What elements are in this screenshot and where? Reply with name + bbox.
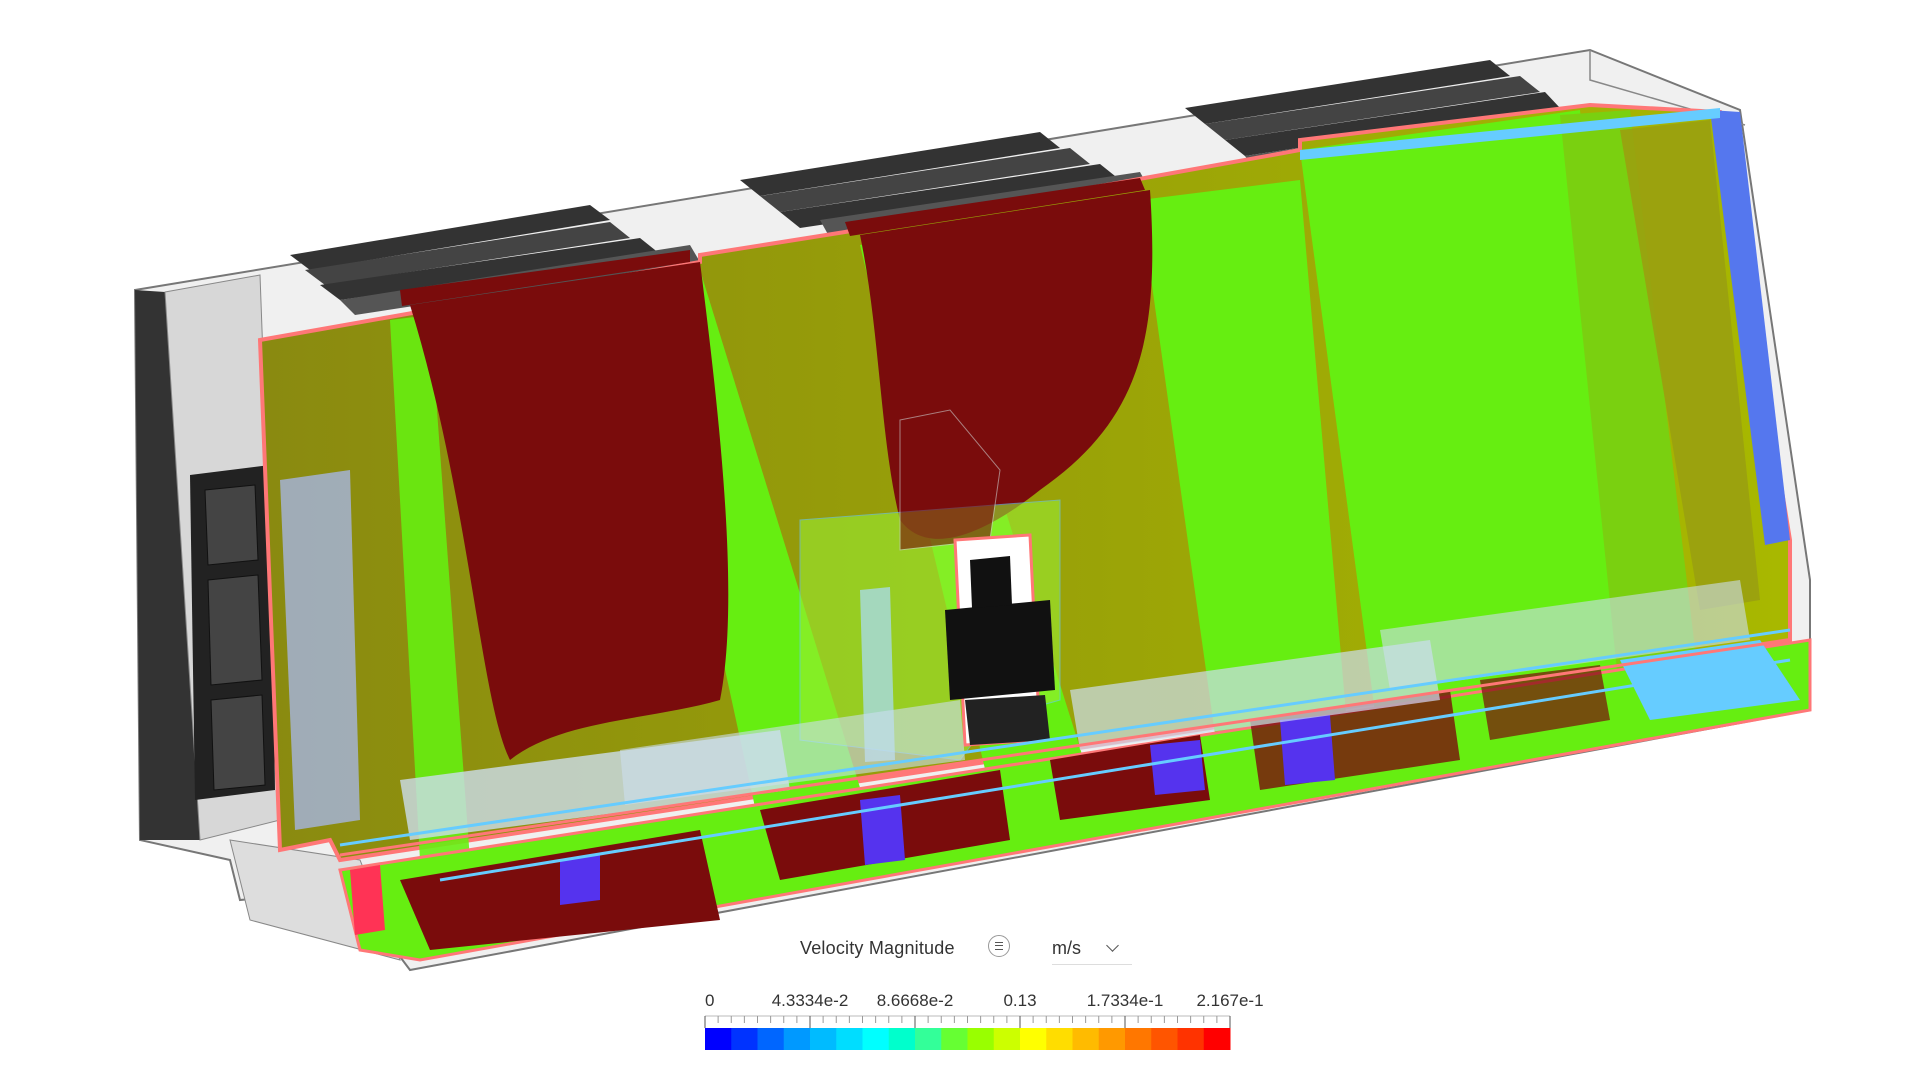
unit-value: m/s (1052, 938, 1081, 958)
chevron-down-icon (1106, 939, 1119, 952)
colorbar-swatch (731, 1028, 758, 1050)
colorbar-swatch (836, 1028, 863, 1050)
colorbar-swatch (941, 1028, 968, 1050)
colorbar-swatch (1203, 1028, 1231, 1050)
colorbar-swatch (757, 1028, 785, 1050)
colorbar-swatch (705, 1028, 732, 1050)
legend-title: Velocity Magnitude (800, 938, 955, 958)
unit-dropdown[interactable]: m/s (1052, 934, 1132, 965)
tick-label: 2.167e-1 (1196, 991, 1263, 1010)
menu-icon[interactable] (988, 935, 1010, 957)
simulation-viewport[interactable] (0, 0, 1920, 1080)
colorbar-swatch (1046, 1028, 1073, 1050)
colorbar-swatch (1151, 1028, 1178, 1050)
legend-header: Velocity Magnitude m/s (690, 930, 1290, 974)
tick-label: 8.6668e-2 (877, 991, 954, 1010)
colorbar-swatch (783, 1028, 811, 1050)
tick-label: 0 (705, 991, 714, 1010)
colorbar-swatch (862, 1028, 890, 1050)
colorbar-swatch (1177, 1028, 1205, 1050)
side-vent-panel (190, 465, 275, 800)
colorbar-swatch (1098, 1028, 1126, 1050)
colorbar-swatch (967, 1028, 995, 1050)
colorbar-swatch (993, 1028, 1021, 1050)
colorbar-swatch (1072, 1028, 1100, 1050)
colorbar-swatch (1125, 1028, 1152, 1050)
tick-label: 4.3334e-2 (772, 991, 849, 1010)
colorbar-swatch (915, 1028, 942, 1050)
tick-label: 1.7334e-1 (1087, 991, 1164, 1010)
colorbar-swatch (1020, 1028, 1047, 1050)
colorbar-swatch (810, 1028, 837, 1050)
colorbar: 0 4.3334e-2 8.6668e-2 0.13 1.7334e-1 2.167e-1 (704, 991, 1264, 1050)
tick-label: 0.13 (1003, 991, 1036, 1010)
color-legend: Velocity Magnitude m/s 0 4.3334e-2 8.6668e… (690, 930, 1290, 1075)
colorbar-swatch (888, 1028, 916, 1050)
